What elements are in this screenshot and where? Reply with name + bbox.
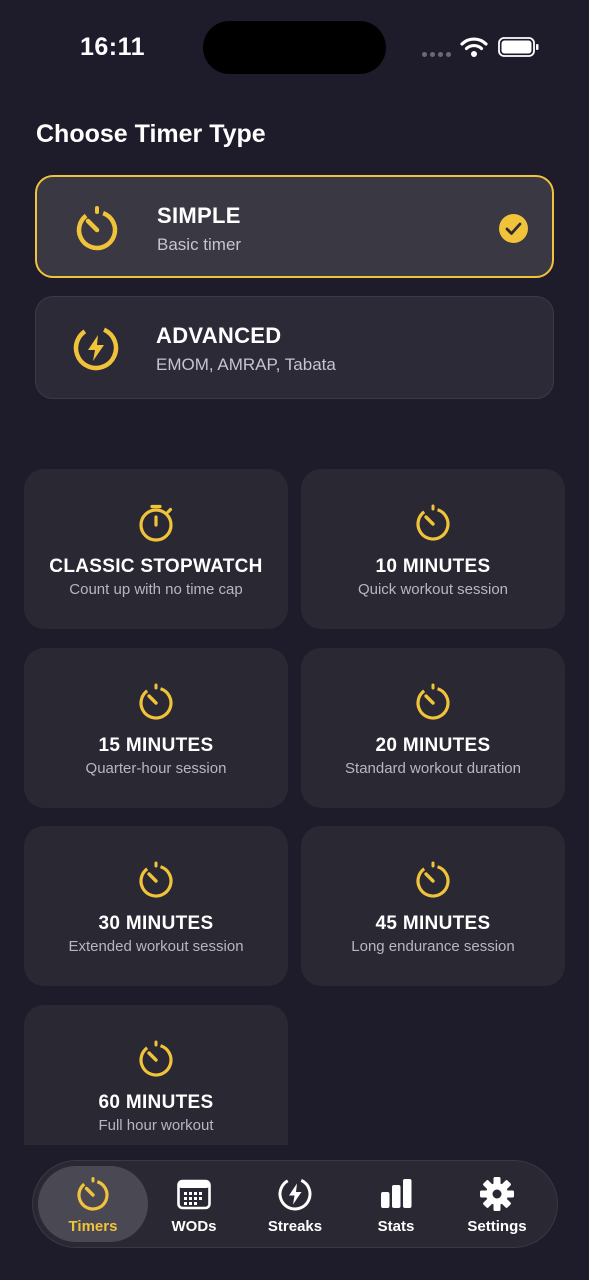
tab-label: Settings [467,1218,527,1235]
timer-card-60-minutes[interactable]: 60 MINUTES Full hour workout [24,1005,288,1165]
timer-type-title: ADVANCED [156,323,282,348]
timer-card-15-minutes[interactable]: 15 MINUTES Quarter-hour session [24,648,288,808]
lightning-icon [278,1177,312,1211]
timer-subtitle: Quick workout session [357,581,509,598]
dynamic-island [203,21,386,74]
timer-title: 60 MINUTES [98,1092,214,1113]
timer-subtitle: Long endurance session [351,938,515,955]
stopwatch-icon [139,504,173,542]
timer-card-10-minutes[interactable]: 10 MINUTES Quick workout session [301,469,565,629]
timer-subtitle: Quarter-hour session [85,760,227,777]
cellular-signal-icon [422,52,451,57]
timer-icon [139,683,173,720]
tab-label: Streaks [267,1218,323,1235]
timer-type-title: SIMPLE [157,203,241,228]
timer-icon [416,861,450,898]
timer-title: 45 MINUTES [375,913,491,934]
battery-icon [498,37,539,57]
timer-card-20-minutes[interactable]: 20 MINUTES Standard workout duration [301,648,565,808]
timer-icon [139,861,173,898]
lightning-icon [73,325,119,371]
tab-timers[interactable]: Timers [38,1166,148,1242]
timer-title: 15 MINUTES [98,735,214,756]
timer-type-subtitle: Basic timer [157,235,242,254]
calendar-icon [177,1179,211,1210]
stopwatch-icon [76,206,118,251]
wifi-icon [460,37,488,57]
timer-card-classic-stopwatch[interactable]: CLASSIC STOPWATCH Count up with no time … [24,469,288,629]
timer-card-45-minutes[interactable]: 45 MINUTES Long endurance session [301,826,565,986]
timer-subtitle: Full hour workout [98,1117,214,1134]
timer-icon [416,683,450,720]
tab-stats[interactable]: Stats [341,1166,451,1242]
timer-subtitle: Standard workout duration [345,760,521,777]
tab-streaks[interactable]: Streaks [240,1166,350,1242]
timer-icon [77,1177,109,1211]
bar-chart-icon [381,1179,412,1208]
tab-bar: Timers WODs Streaks Stats Settings [32,1160,558,1248]
tab-wods[interactable]: WODs [139,1166,249,1242]
checkmark-icon [499,214,528,243]
timer-title: 30 MINUTES [98,913,214,934]
timer-title: CLASSIC STOPWATCH [49,556,263,577]
timer-icon [139,1040,173,1077]
tab-settings[interactable]: Settings [442,1166,552,1242]
timer-type-subtitle: EMOM, AMRAP, Tabata [156,355,336,374]
timer-icon [416,504,450,541]
timer-subtitle: Extended workout session [68,938,244,955]
timer-title: 10 MINUTES [375,556,491,577]
timer-card-30-minutes[interactable]: 30 MINUTES Extended workout session [24,826,288,986]
timer-subtitle: Count up with no time cap [69,581,243,598]
tab-label: Timers [68,1218,118,1235]
tab-label: Stats [377,1218,415,1235]
timer-type-advanced-card[interactable]: ADVANCED EMOM, AMRAP, Tabata [35,296,554,399]
timer-title: 20 MINUTES [375,735,491,756]
status-bar: 16:11 [0,0,589,95]
timer-type-simple-card[interactable]: SIMPLE Basic timer [35,175,554,278]
tab-label: WODs [171,1218,217,1235]
gear-icon [480,1177,514,1211]
page-title: Choose Timer Type [36,120,266,148]
status-time: 16:11 [80,33,146,61]
